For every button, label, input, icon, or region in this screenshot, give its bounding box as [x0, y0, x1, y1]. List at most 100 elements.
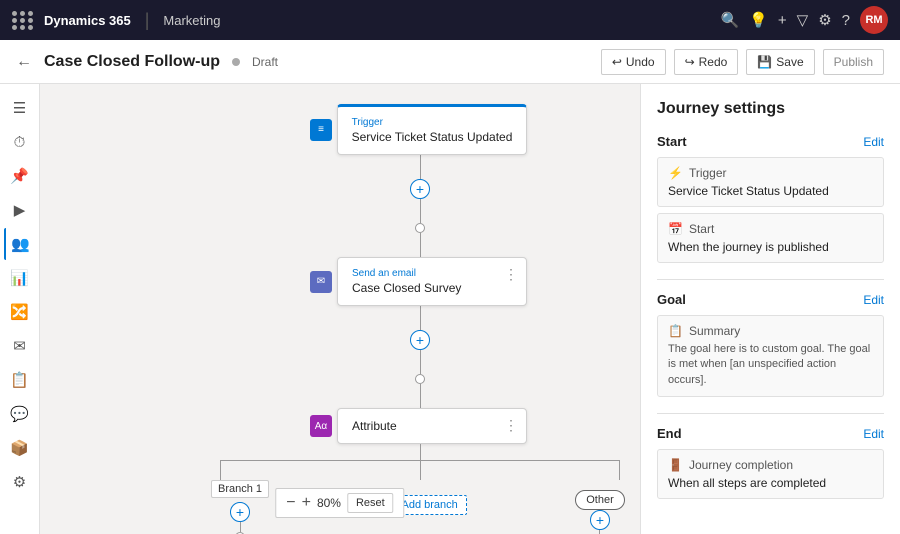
status-label: Draft — [252, 55, 278, 69]
start-card-row: 📅 Start — [668, 222, 873, 236]
sidebar-menu-icon[interactable]: ☰ — [4, 92, 36, 124]
help-icon[interactable]: ? — [842, 12, 850, 29]
other-branch-col: Other + ✉ Send an email — [510, 480, 640, 534]
back-button[interactable]: ← — [16, 53, 32, 71]
attribute-title: Attribute — [352, 419, 512, 433]
end-edit-link[interactable]: Edit — [863, 427, 884, 441]
branch1-plus[interactable]: + — [230, 502, 250, 522]
sidebar-pin-icon[interactable]: 📌 — [4, 160, 36, 192]
other-plus[interactable]: + — [590, 510, 610, 530]
start-card-icon: 📅 — [668, 222, 683, 236]
goal-card: 📋 Summary The goal here is to custom goa… — [657, 315, 884, 397]
sidebar-list-icon[interactable]: 📋 — [4, 364, 36, 396]
journey-flow: ≡ Trigger Service Ticket Status Updated … — [140, 104, 640, 534]
divider-1 — [657, 279, 884, 280]
undo-icon: ↩ — [612, 55, 622, 69]
start-section: Start Edit ⚡ Trigger Service Ticket Stat… — [657, 134, 884, 263]
other-branch-label[interactable]: Other — [575, 490, 625, 510]
trigger-card-label: Trigger — [689, 166, 727, 180]
panel-title: Journey settings — [657, 100, 884, 118]
goal-card-row: 📋 Summary — [668, 324, 873, 338]
plus-btn-1[interactable]: + — [410, 179, 430, 199]
goal-title: Goal — [657, 292, 686, 307]
sidebar-chat-icon[interactable]: 💬 — [4, 398, 36, 430]
trigger-card-row: ⚡ Trigger — [668, 166, 873, 180]
start-card-value: When the journey is published — [668, 240, 873, 254]
branch1-label[interactable]: Branch 1 — [211, 480, 269, 498]
goal-edit-link[interactable]: Edit — [863, 293, 884, 307]
goal-section: Goal Edit 📋 Summary The goal here is to … — [657, 292, 884, 397]
attribute-icon: Aα — [310, 415, 332, 437]
goal-card-icon: 📋 — [668, 324, 683, 338]
zoom-in-button[interactable]: + — [302, 494, 311, 512]
connector-4 — [420, 306, 421, 330]
goal-card-label: Summary — [689, 324, 740, 338]
right-panel: Journey settings Start Edit ⚡ Trigger Se… — [640, 84, 900, 534]
end-title: End — [657, 426, 682, 441]
top-nav: Dynamics 365 | Marketing 🔍 💡 + ▽ ⚙ ? RM — [0, 0, 900, 40]
sidebar-settings-icon[interactable]: ⚙ — [4, 466, 36, 498]
email1-more-icon[interactable]: ⋮ — [504, 266, 518, 283]
zoom-bar: − + 80% Reset — [275, 488, 404, 518]
attribute-node[interactable]: Attribute ⋮ — [337, 408, 527, 444]
end-card: 🚪 Journey completion When all steps are … — [657, 449, 884, 499]
trigger-icon: ≡ — [310, 119, 332, 141]
branch1-connector — [240, 522, 241, 532]
end-card-label: Journey completion — [689, 458, 793, 472]
trigger-node[interactable]: Trigger Service Ticket Status Updated — [337, 104, 528, 155]
canvas-inner: ≡ Trigger Service Ticket Status Updated … — [40, 84, 640, 534]
zoom-out-button[interactable]: − — [286, 494, 295, 512]
save-button[interactable]: 💾 Save — [746, 49, 814, 75]
attribute-more-icon[interactable]: ⋮ — [504, 417, 518, 434]
save-icon: 💾 — [757, 55, 772, 69]
add-icon[interactable]: + — [778, 12, 787, 29]
email1-node[interactable]: Send an email Case Closed Survey ⋮ — [337, 257, 527, 306]
user-avatar[interactable]: RM — [860, 6, 888, 34]
filter-icon[interactable]: ▽ — [797, 11, 809, 29]
sidebar-box-icon[interactable]: 📦 — [4, 432, 36, 464]
status-dot — [232, 58, 240, 66]
lightbulb-icon[interactable]: 💡 — [749, 11, 768, 29]
start-edit-link[interactable]: Edit — [863, 135, 884, 149]
sidebar-people-icon[interactable]: 👥 — [4, 228, 36, 260]
end-section: End Edit 🚪 Journey completion When all s… — [657, 426, 884, 499]
circle-2 — [415, 374, 425, 384]
other-connector — [599, 530, 600, 534]
start-card: 📅 Start When the journey is published — [657, 213, 884, 263]
email1-title: Case Closed Survey — [352, 281, 512, 295]
nav-icons: 🔍 💡 + ▽ ⚙ ? RM — [721, 6, 888, 34]
trigger-card: ⚡ Trigger Service Ticket Status Updated — [657, 157, 884, 207]
start-title: Start — [657, 134, 687, 149]
redo-button[interactable]: ↪ Redo — [674, 49, 739, 75]
circle-1 — [415, 223, 425, 233]
connector-1 — [420, 155, 421, 179]
search-icon[interactable]: 🔍 — [721, 11, 740, 29]
end-card-icon: 🚪 — [668, 458, 683, 472]
settings-icon[interactable]: ⚙ — [818, 11, 831, 29]
publish-button[interactable]: Publish — [823, 49, 884, 75]
connector-3 — [420, 233, 421, 257]
sidebar-play-icon[interactable]: ▶ — [4, 194, 36, 226]
nav-separator: | — [145, 10, 150, 31]
email1-icon: ✉ — [310, 271, 332, 293]
app-grid-icon[interactable] — [12, 11, 34, 30]
email1-sub: Send an email — [352, 268, 512, 279]
left-sidebar: ☰ ⏱ 📌 ▶ 👥 📊 🔀 ✉ 📋 💬 📦 ⚙ — [0, 84, 40, 534]
connector-2 — [420, 199, 421, 223]
goal-card-value: The goal here is to custom goal. The goa… — [668, 342, 873, 388]
goal-header: Goal Edit — [657, 292, 884, 307]
trigger-card-value: Service Ticket Status Updated — [668, 184, 873, 198]
end-card-value: When all steps are completed — [668, 476, 873, 490]
branch-top-connector — [420, 444, 421, 460]
zoom-reset-button[interactable]: Reset — [347, 493, 394, 513]
zoom-value: 80% — [317, 496, 341, 510]
plus-btn-2[interactable]: + — [410, 330, 430, 350]
undo-button[interactable]: ↩ Undo — [601, 49, 666, 75]
sidebar-chart-icon[interactable]: 📊 — [4, 262, 36, 294]
sidebar-recent-icon[interactable]: ⏱ — [4, 126, 36, 158]
sidebar-flow-icon[interactable]: 🔀 — [4, 296, 36, 328]
canvas-area[interactable]: ≡ Trigger Service Ticket Status Updated … — [40, 84, 640, 534]
page-title: Case Closed Follow-up — [44, 53, 220, 71]
trigger-card-icon: ⚡ — [668, 166, 683, 180]
sidebar-email-icon[interactable]: ✉ — [4, 330, 36, 362]
